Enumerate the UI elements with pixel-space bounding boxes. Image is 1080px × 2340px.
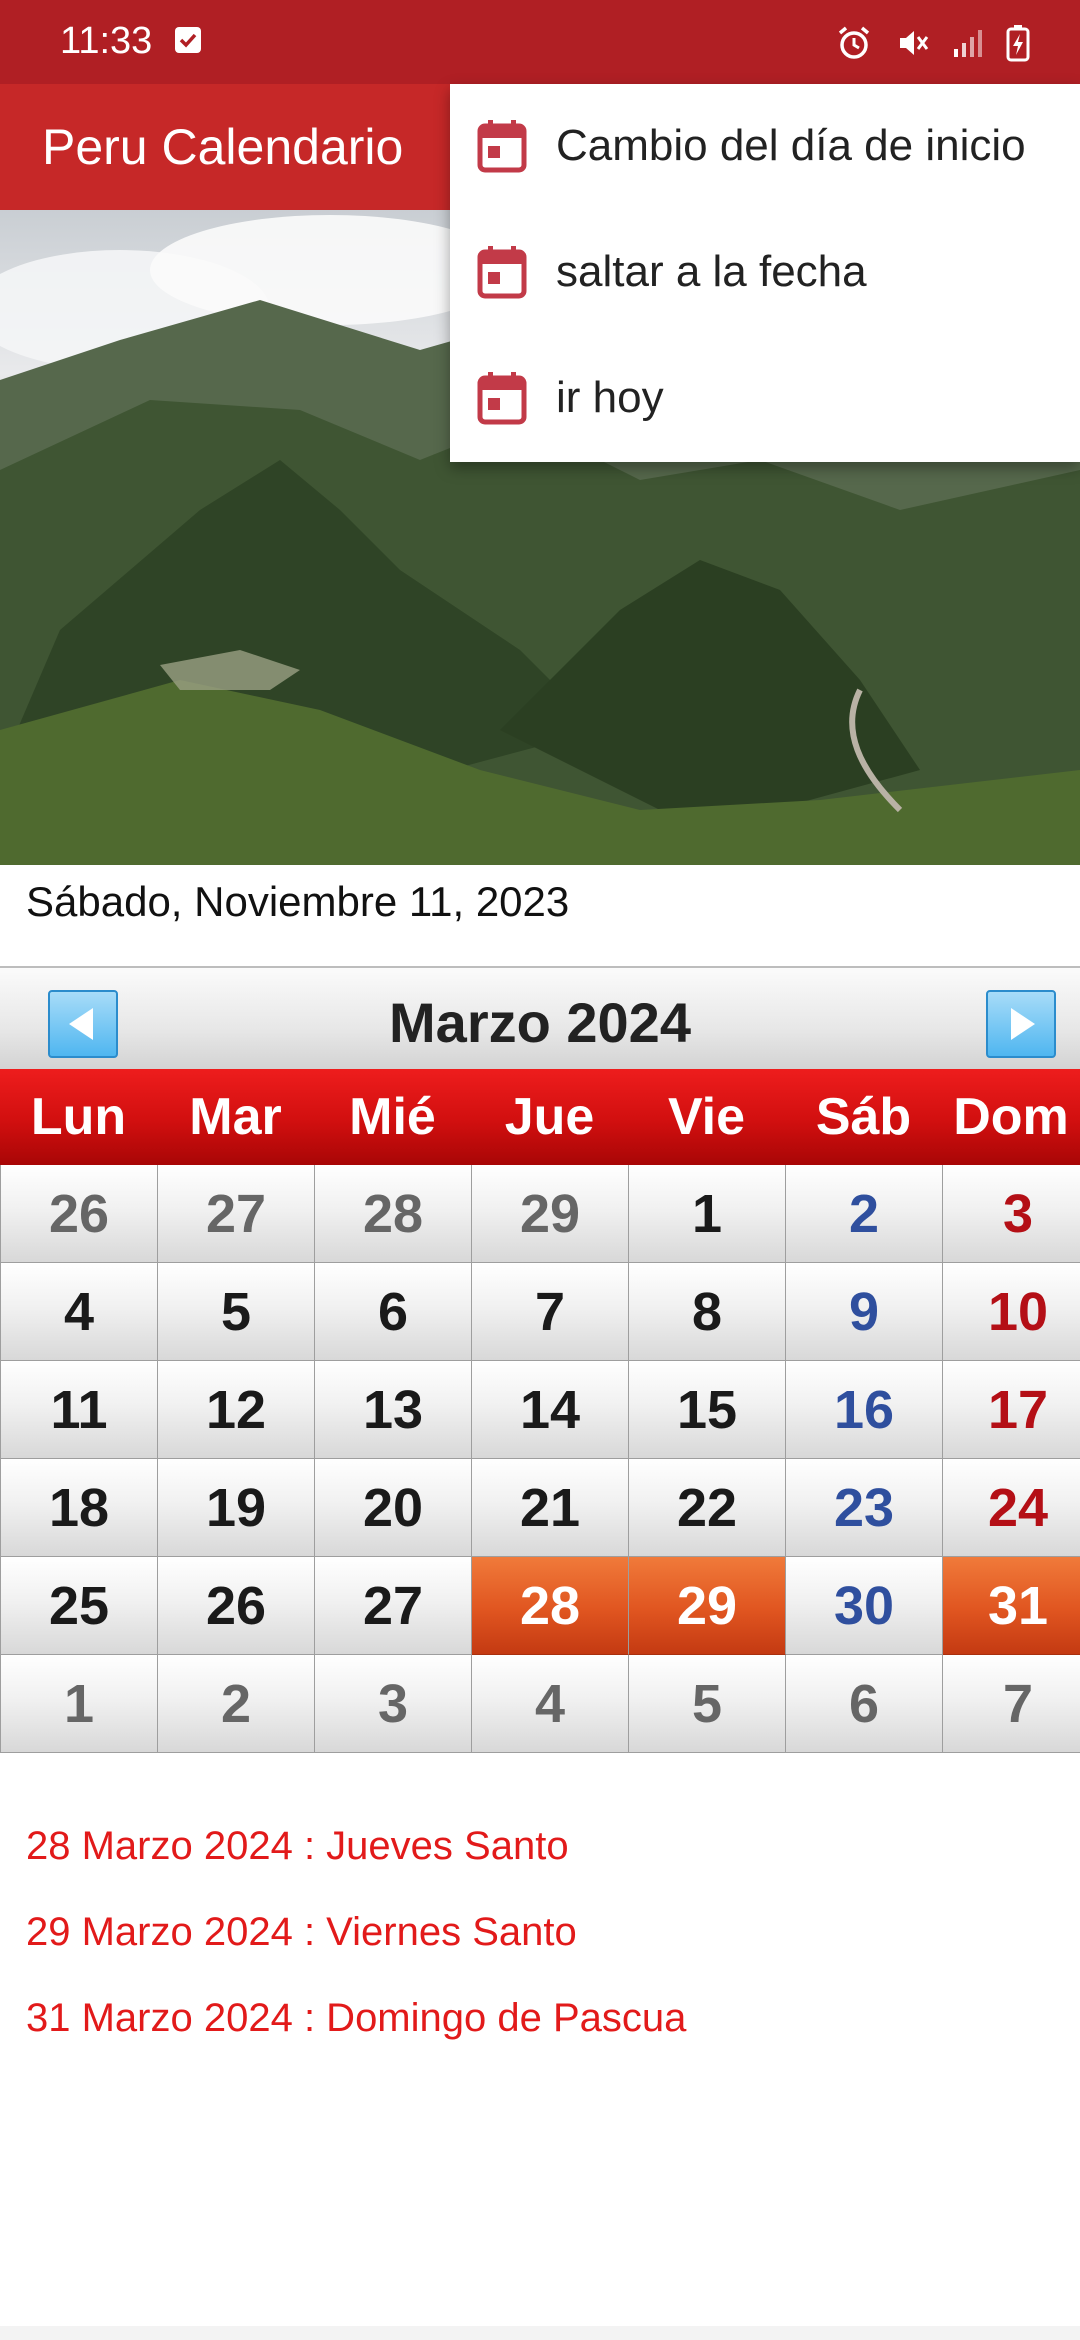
status-time: 11:33 bbox=[60, 20, 153, 62]
weekday-label: Vie bbox=[667, 1088, 746, 1146]
calendar-icon bbox=[477, 120, 527, 173]
day-cell[interactable]: 8 bbox=[629, 1263, 786, 1361]
menu-item-label: ir hoy bbox=[556, 373, 664, 422]
signal-icon bbox=[952, 27, 984, 64]
menu-item-label: saltar a la fecha bbox=[556, 247, 867, 296]
menu-item-jump-to-date[interactable]: saltar a la fecha bbox=[450, 210, 1080, 336]
day-cell[interactable]: 21 bbox=[472, 1459, 629, 1557]
overflow-menu: Cambio del día de inicio saltar a la fec… bbox=[450, 84, 1080, 462]
day-cell[interactable]: 13 bbox=[315, 1361, 472, 1459]
alarm-icon bbox=[836, 25, 872, 66]
next-month-button[interactable] bbox=[986, 990, 1056, 1058]
day-cell[interactable]: 10 bbox=[943, 1263, 1080, 1361]
menu-item-go-today[interactable]: ir hoy bbox=[450, 336, 1080, 462]
day-cell[interactable]: 11 bbox=[0, 1361, 158, 1459]
day-cell[interactable]: 7 bbox=[943, 1655, 1080, 1753]
day-cell[interactable]: 18 bbox=[0, 1459, 158, 1557]
day-cell[interactable]: 6 bbox=[786, 1655, 943, 1753]
day-cell[interactable]: 30 bbox=[786, 1557, 943, 1655]
week-row: 1 2 3 4 5 6 7 bbox=[0, 1655, 1080, 1753]
holiday-day-cell[interactable]: 29 bbox=[629, 1557, 786, 1655]
weekday-label: Mar bbox=[189, 1088, 282, 1146]
weekday-label: Dom bbox=[953, 1088, 1069, 1146]
day-cell[interactable]: 22 bbox=[629, 1459, 786, 1557]
weekday-label: Jue bbox=[504, 1088, 595, 1146]
vibrate-icon bbox=[894, 25, 930, 66]
week-row: 18 19 20 21 22 23 24 bbox=[0, 1459, 1080, 1557]
day-cell[interactable]: 5 bbox=[158, 1263, 315, 1361]
menu-item-label: Cambio del día de inicio bbox=[556, 121, 1026, 170]
day-cell[interactable]: 4 bbox=[472, 1655, 629, 1753]
weekday-label: Lun bbox=[30, 1088, 127, 1146]
day-cell[interactable]: 6 bbox=[315, 1263, 472, 1361]
day-cell[interactable]: 20 bbox=[315, 1459, 472, 1557]
app-title: Peru Calendario bbox=[42, 119, 404, 175]
day-cell[interactable]: 3 bbox=[943, 1165, 1080, 1263]
day-cell[interactable]: 25 bbox=[0, 1557, 158, 1655]
day-cell[interactable]: 16 bbox=[786, 1361, 943, 1459]
day-cell[interactable]: 5 bbox=[629, 1655, 786, 1753]
day-cell[interactable]: 4 bbox=[0, 1263, 158, 1361]
battery-icon bbox=[1006, 24, 1030, 67]
day-cell[interactable]: 27 bbox=[315, 1557, 472, 1655]
day-cell[interactable]: 2 bbox=[158, 1655, 315, 1753]
day-cell[interactable]: 7 bbox=[472, 1263, 629, 1361]
calendar-header: Marzo 2024 bbox=[0, 966, 1080, 1072]
day-cell[interactable]: 1 bbox=[629, 1165, 786, 1263]
holiday-item: 28 Marzo 2024 : Jueves Santo bbox=[26, 1824, 569, 1868]
navigation-bar bbox=[0, 2326, 1080, 2340]
weekday-label: Mié bbox=[349, 1088, 436, 1146]
day-cell[interactable]: 12 bbox=[158, 1361, 315, 1459]
week-row: 4 5 6 7 8 9 10 bbox=[0, 1263, 1080, 1361]
calendar-icon bbox=[477, 372, 527, 425]
day-cell[interactable]: 17 bbox=[943, 1361, 1080, 1459]
month-title: Marzo 2024 bbox=[389, 991, 691, 1054]
current-date-label: Sábado, Noviembre 11, 2023 bbox=[26, 878, 570, 925]
calendar-icon bbox=[477, 246, 527, 299]
day-cell[interactable]: 28 bbox=[315, 1165, 472, 1263]
day-cell[interactable]: 15 bbox=[629, 1361, 786, 1459]
day-cell[interactable]: 24 bbox=[943, 1459, 1080, 1557]
holiday-item: 31 Marzo 2024 : Domingo de Pascua bbox=[26, 1996, 687, 2040]
checkbox-icon bbox=[175, 27, 201, 53]
week-row: 25 26 27 28 29 30 31 bbox=[0, 1557, 1080, 1655]
week-row: 11 12 13 14 15 16 17 bbox=[0, 1361, 1080, 1459]
day-cell[interactable]: 26 bbox=[158, 1557, 315, 1655]
day-cell[interactable]: 3 bbox=[315, 1655, 472, 1753]
day-cell[interactable]: 29 bbox=[472, 1165, 629, 1263]
day-cell[interactable]: 26 bbox=[0, 1165, 158, 1263]
arrow-right-icon bbox=[1011, 1008, 1035, 1040]
day-cell[interactable]: 27 bbox=[158, 1165, 315, 1263]
day-cell[interactable]: 19 bbox=[158, 1459, 315, 1557]
status-bar: 11:33 bbox=[0, 0, 1080, 84]
menu-item-change-start-day[interactable]: Cambio del día de inicio bbox=[450, 84, 1080, 210]
weekday-label: Sáb bbox=[815, 1088, 912, 1146]
holiday-item: 29 Marzo 2024 : Viernes Santo bbox=[26, 1910, 577, 1954]
day-cell[interactable]: 9 bbox=[786, 1263, 943, 1361]
day-cell[interactable]: 23 bbox=[786, 1459, 943, 1557]
holiday-day-cell[interactable]: 31 bbox=[943, 1557, 1080, 1655]
day-cell[interactable]: 1 bbox=[0, 1655, 158, 1753]
calendar-grid: 26 27 28 29 1 2 3 4 5 6 7 8 9 10 11 12 1… bbox=[0, 1165, 1080, 1753]
week-row: 26 27 28 29 1 2 3 bbox=[0, 1165, 1080, 1263]
holiday-list: 28 Marzo 2024 : Jueves Santo 29 Marzo 20… bbox=[26, 1818, 686, 2076]
day-cell[interactable]: 14 bbox=[472, 1361, 629, 1459]
holiday-day-cell[interactable]: 28 bbox=[472, 1557, 629, 1655]
day-cell[interactable]: 2 bbox=[786, 1165, 943, 1263]
weekday-header-row: Lun Mar Mié Jue Vie Sáb Dom bbox=[0, 1069, 1080, 1165]
